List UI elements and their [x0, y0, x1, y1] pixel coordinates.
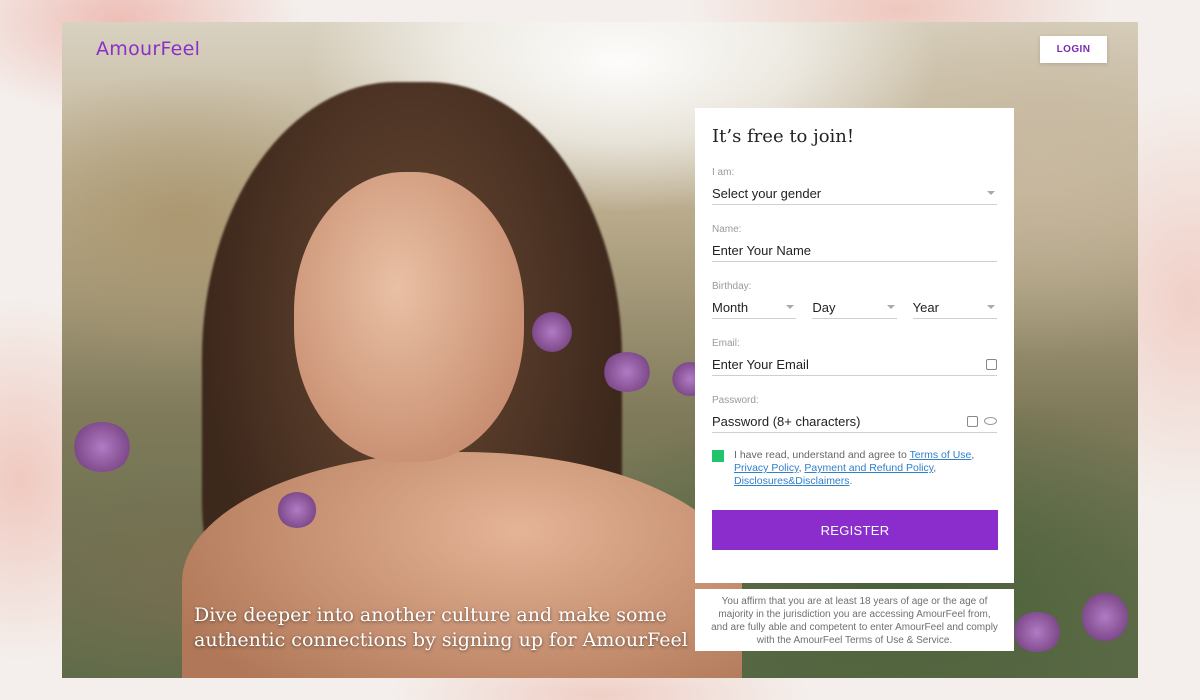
- eye-icon[interactable]: [984, 417, 997, 425]
- gender-field[interactable]: I am: Select your gender: [712, 167, 997, 205]
- name-label: Name:: [712, 224, 742, 235]
- form-title: It’s free to join!: [712, 126, 855, 147]
- register-button[interactable]: REGISTER: [712, 510, 998, 550]
- gender-select[interactable]: Select your gender: [712, 182, 997, 205]
- terms-checkbox[interactable]: [712, 450, 724, 462]
- name-placeholder: Enter Your Name: [712, 242, 812, 258]
- year-value: Year: [912, 299, 939, 315]
- age-disclaimer: You affirm that you are at least 18 year…: [695, 589, 1014, 651]
- email-input[interactable]: Enter Your Email: [712, 353, 997, 376]
- email-field[interactable]: Email: Enter Your Email: [712, 338, 997, 376]
- caret-down-icon: [986, 305, 995, 309]
- birthday-year-select[interactable]: Year: [912, 296, 997, 319]
- flower-decoration: [532, 312, 572, 352]
- disclosures-link[interactable]: Disclosures&Disclaimers: [734, 475, 850, 487]
- terms-text: I have read, understand and agree to Ter…: [734, 449, 975, 487]
- birthday-month-select[interactable]: Month: [712, 296, 797, 319]
- caret-down-icon: [987, 191, 995, 195]
- terms-intro: I have read, understand and agree to: [734, 449, 907, 461]
- email-placeholder: Enter Your Email: [712, 356, 809, 372]
- gender-value: Select your gender: [712, 185, 822, 201]
- gender-label: I am:: [712, 167, 735, 178]
- name-field[interactable]: Name: Enter Your Name: [712, 224, 997, 262]
- signup-form: It’s free to join! I am: Select your gen…: [695, 108, 1014, 583]
- name-input[interactable]: Enter Your Name: [712, 239, 997, 262]
- password-input[interactable]: Password (8+ characters): [712, 410, 997, 433]
- autofill-icon[interactable]: [986, 358, 997, 370]
- email-label: Email:: [712, 338, 740, 349]
- autofill-icon[interactable]: [967, 415, 978, 427]
- privacy-policy-link[interactable]: Privacy Policy: [734, 462, 799, 474]
- flower-decoration: [1082, 592, 1128, 642]
- flower-decoration: [277, 492, 317, 528]
- birthday-field: Birthday: Month Day Year: [712, 281, 997, 319]
- birthday-day-select[interactable]: Day: [812, 296, 897, 319]
- password-placeholder: Password (8+ characters): [712, 413, 861, 429]
- caret-down-icon: [786, 305, 795, 309]
- password-field[interactable]: Password: Password (8+ characters): [712, 395, 997, 433]
- terms-of-use-link[interactable]: Terms of Use: [910, 449, 972, 461]
- birthday-label: Birthday:: [712, 281, 752, 292]
- login-button[interactable]: LOGIN: [1040, 36, 1107, 63]
- hero-photo-face: [294, 172, 524, 462]
- month-value: Month: [712, 299, 749, 315]
- password-label: Password:: [712, 395, 759, 406]
- hero-tagline: Dive deeper into another culture and mak…: [194, 604, 688, 651]
- terms-agreement: I have read, understand and agree to Ter…: [712, 449, 997, 488]
- flower-decoration: [72, 422, 132, 472]
- brand-logo[interactable]: AmourFeel: [96, 38, 200, 60]
- flower-decoration: [1012, 612, 1062, 652]
- flower-decoration: [602, 352, 652, 392]
- payment-refund-link[interactable]: Payment and Refund Policy: [804, 462, 933, 474]
- caret-down-icon: [886, 305, 895, 309]
- day-value: Day: [812, 299, 836, 315]
